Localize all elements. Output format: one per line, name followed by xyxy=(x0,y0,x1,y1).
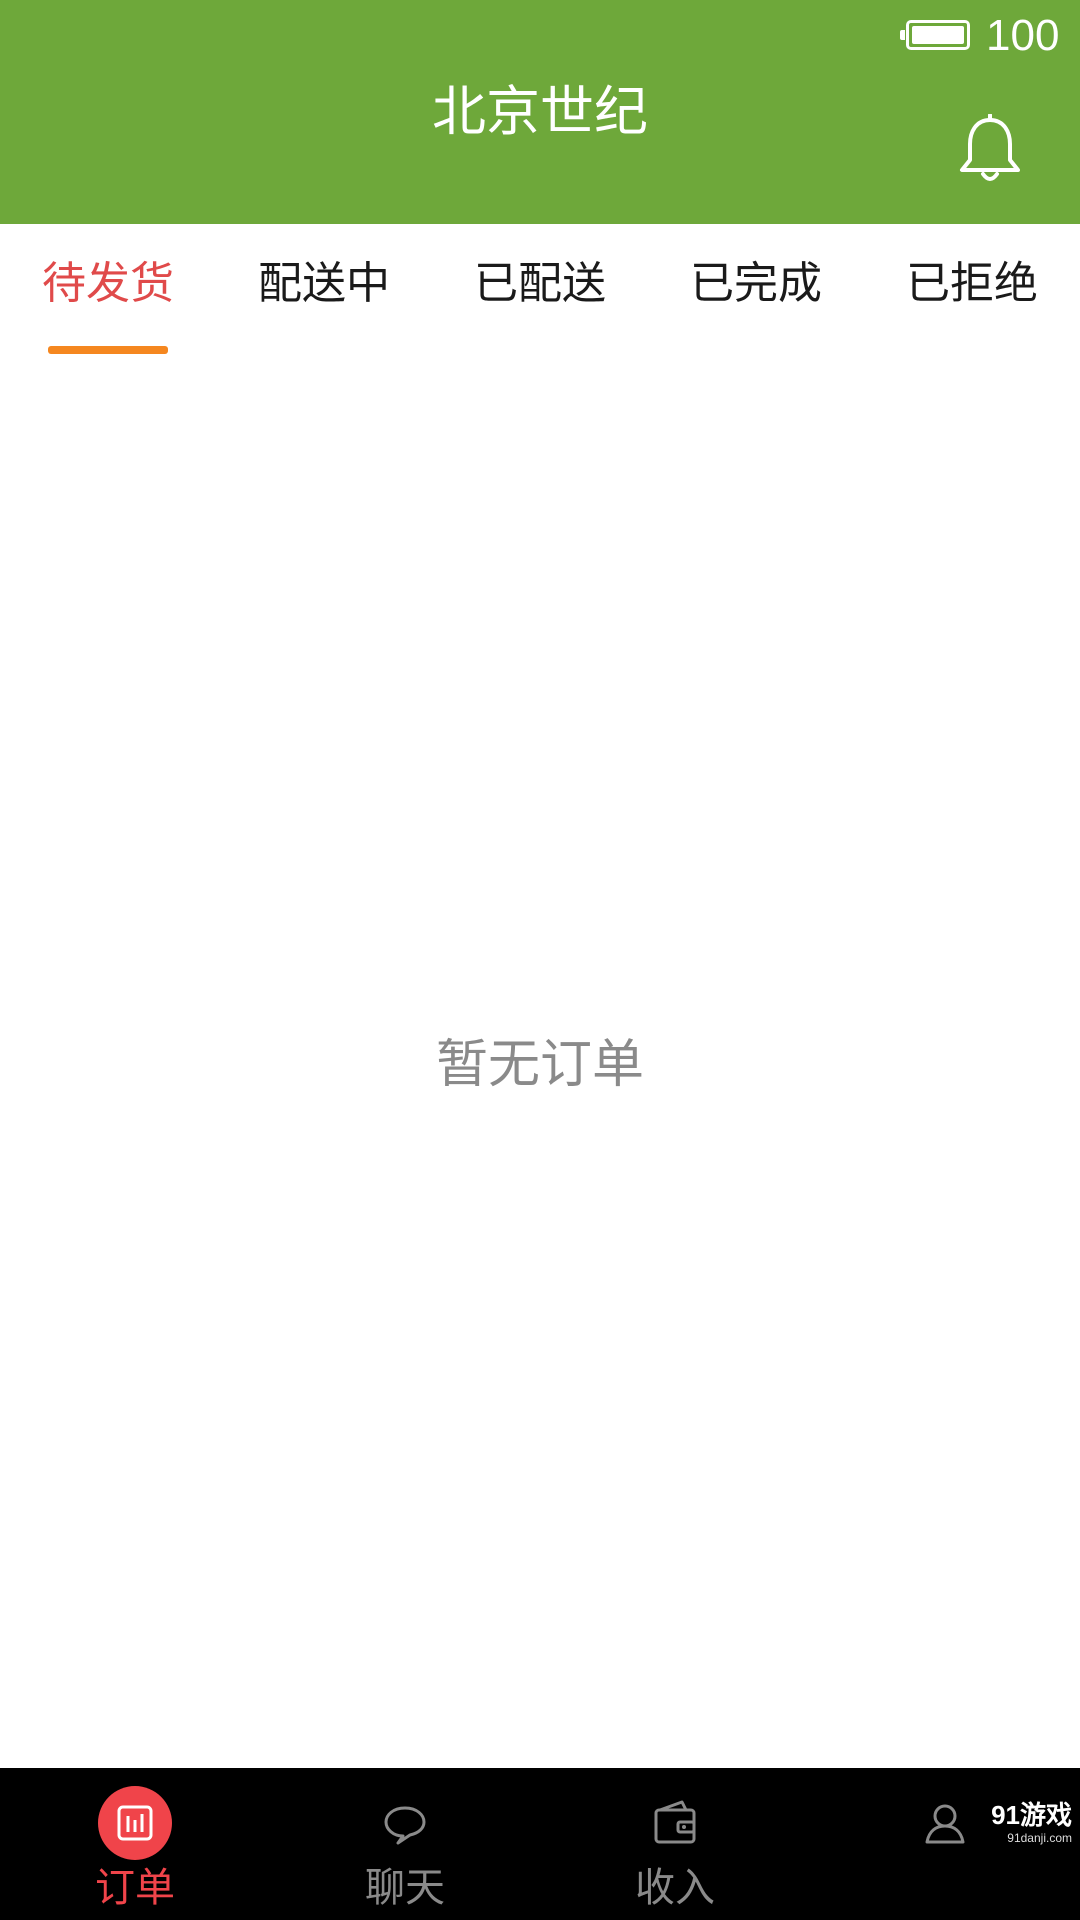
nav-label-orders: 订单 xyxy=(95,1865,175,1911)
app-header: 100 北京世纪 xyxy=(0,0,1080,224)
tab-delivered[interactable]: 已配送 xyxy=(432,224,648,356)
tab-delivering[interactable]: 配送中 xyxy=(216,224,432,356)
chat-bubble-icon xyxy=(368,1786,442,1860)
nav-item-orders[interactable]: 订单 xyxy=(0,1768,270,1920)
watermark-sub-text: 91danji.com xyxy=(1007,1831,1072,1845)
bell-icon[interactable] xyxy=(956,113,1024,186)
user-icon xyxy=(908,1786,982,1860)
status-bar: 100 xyxy=(0,0,1080,72)
order-chart-icon xyxy=(98,1786,172,1860)
tab-pending-shipment[interactable]: 待发货 xyxy=(0,224,216,356)
nav-label-chat: 聊天 xyxy=(365,1865,445,1911)
nav-item-income[interactable]: 收入 xyxy=(540,1768,810,1920)
nav-label-profile xyxy=(810,1864,1080,1912)
empty-orders-message: 暂无订单 xyxy=(435,1035,644,1095)
active-tab-indicator xyxy=(48,346,168,354)
page-title: 北京世纪 xyxy=(432,80,648,143)
nav-item-chat[interactable]: 聊天 xyxy=(270,1768,540,1920)
wallet-icon xyxy=(638,1786,712,1860)
bottom-nav: 订单 聊天 收入 xyxy=(0,1768,1080,1920)
battery-icon xyxy=(900,20,970,50)
order-status-tabs: 待发货 配送中 已配送 已完成 已拒绝 xyxy=(0,224,1080,356)
tab-completed[interactable]: 已完成 xyxy=(648,224,864,356)
battery-level: 100 xyxy=(986,11,1060,60)
tab-rejected[interactable]: 已拒绝 xyxy=(864,224,1080,356)
watermark-main-text: 91游戏 xyxy=(991,1800,1072,1830)
nav-label-income: 收入 xyxy=(635,1865,715,1911)
watermark-logo: 91游戏 91danji.com xyxy=(972,1800,1072,1846)
battery-fill xyxy=(912,26,964,44)
app-screen: 100 北京世纪 待发货 配送中 已配送 已完成 已拒绝 暂无订单 订单 聊天 … xyxy=(0,0,1080,1920)
